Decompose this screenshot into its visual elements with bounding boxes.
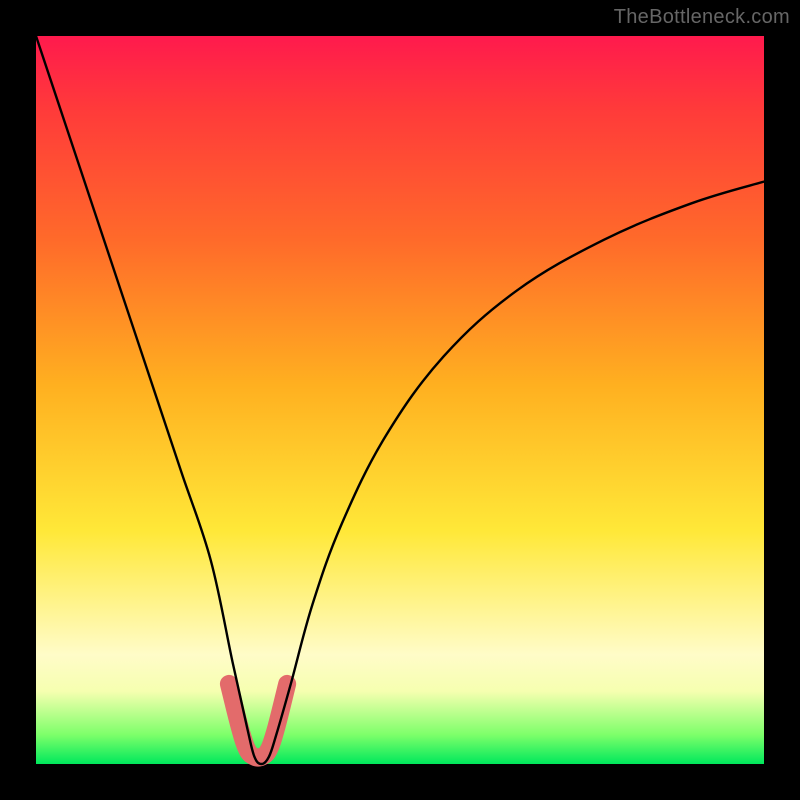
min-highlight-path	[229, 684, 287, 758]
bottleneck-curve-path	[36, 36, 764, 764]
outer-frame: TheBottleneck.com	[0, 0, 800, 800]
watermark-label: TheBottleneck.com	[614, 6, 790, 29]
chart-svg	[36, 36, 764, 764]
plot-area	[36, 36, 764, 764]
